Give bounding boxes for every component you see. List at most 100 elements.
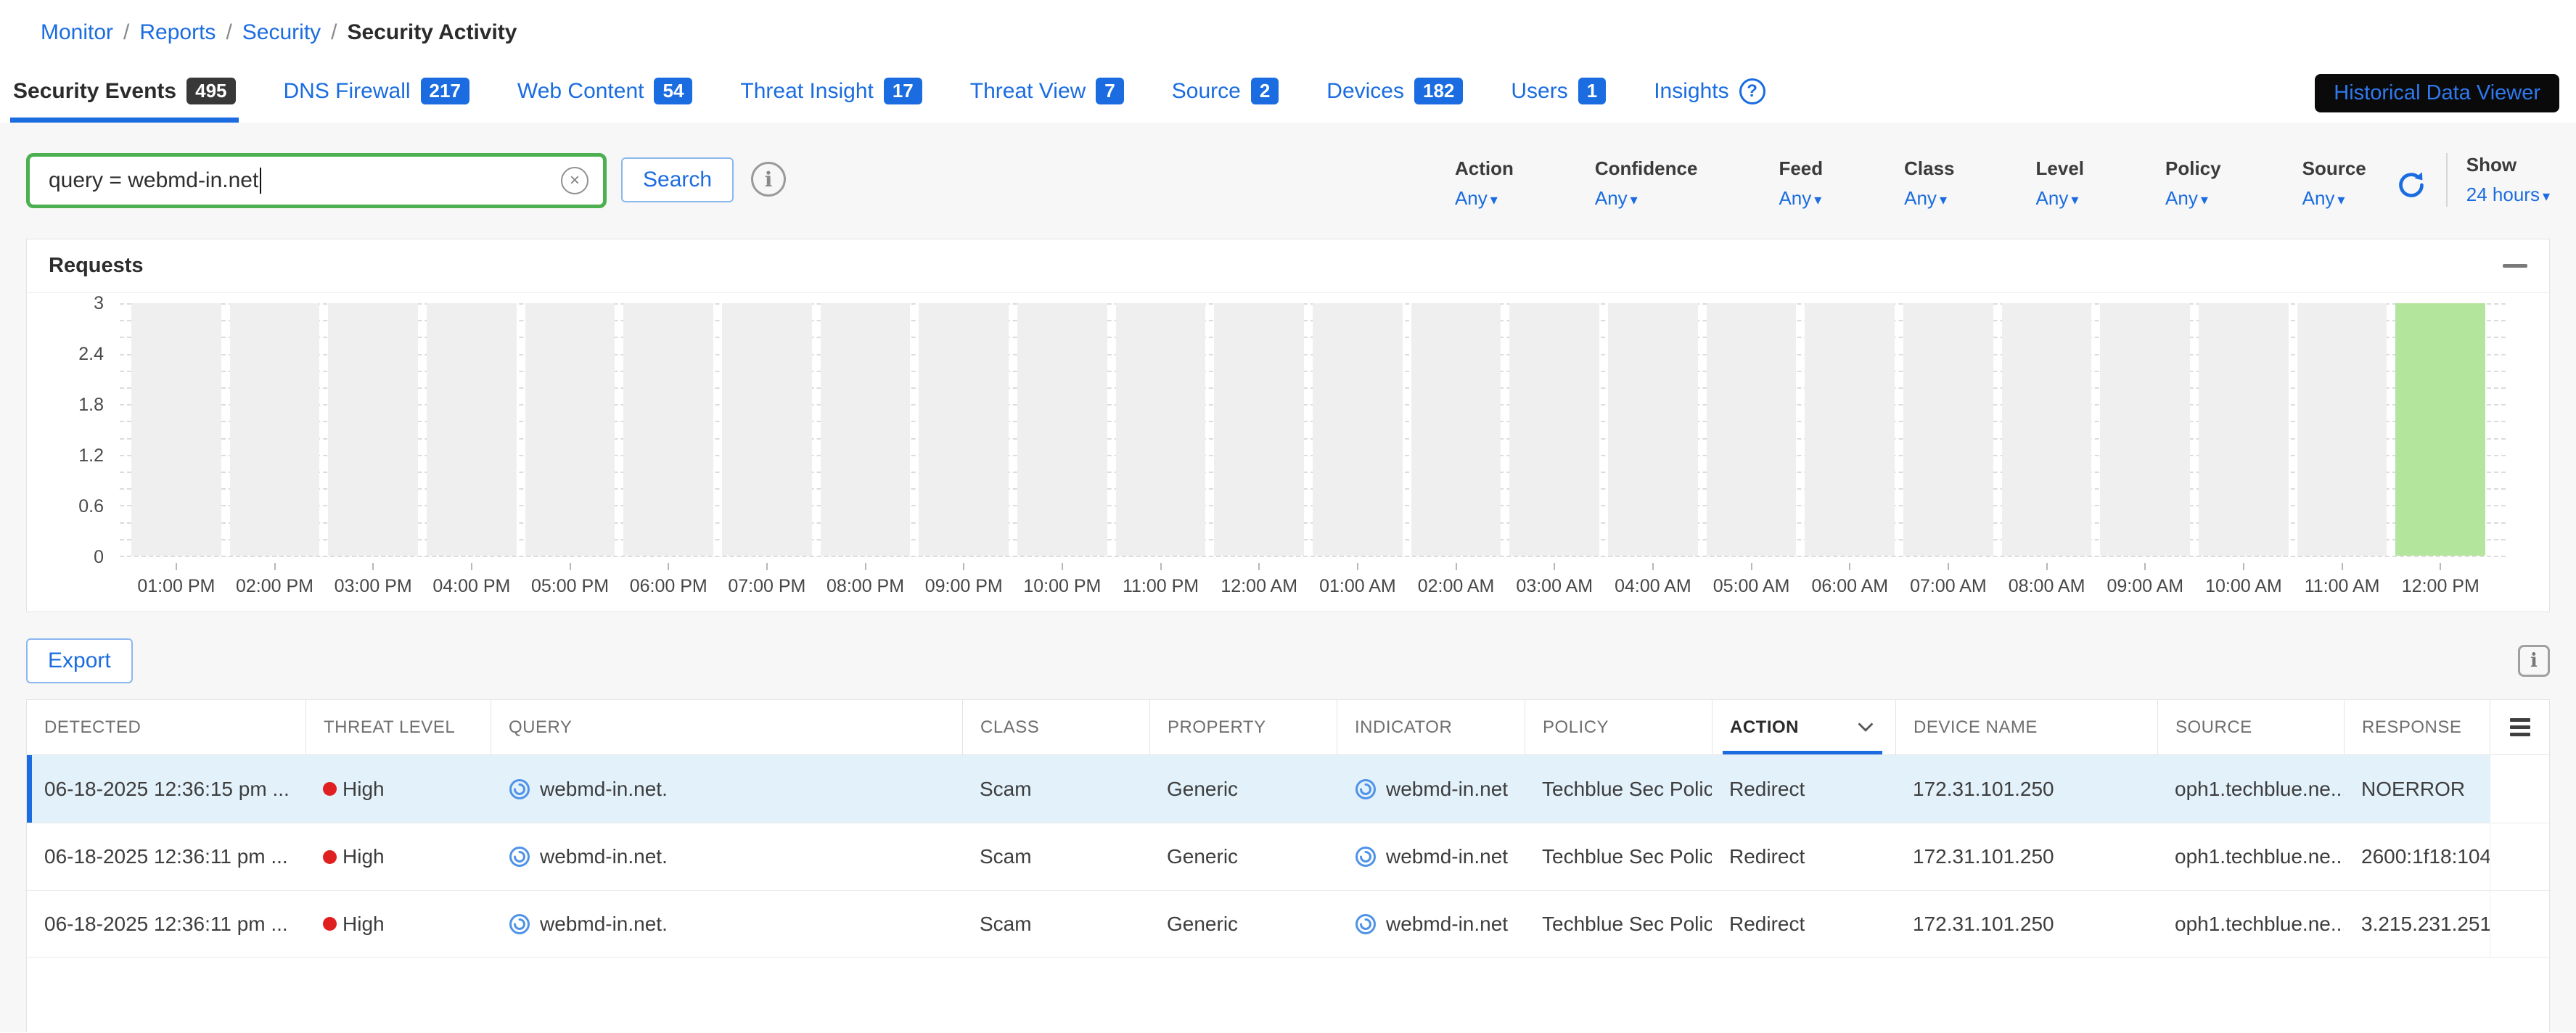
x-tick-label: 06:00 PM: [630, 576, 707, 597]
requests-title: Requests: [49, 254, 144, 278]
hour-band: [131, 303, 221, 556]
historical-data-viewer-button[interactable]: Historical Data Viewer: [2315, 74, 2559, 112]
x-axis-cell: 11:00 AM: [2297, 563, 2387, 605]
tab-security-events[interactable]: Security Events495: [10, 78, 239, 123]
column-header-policy[interactable]: POLICY: [1525, 700, 1712, 754]
column-header-action[interactable]: ACTION: [1712, 700, 1895, 754]
cell-menu: [2490, 891, 2549, 957]
collapse-panel-icon[interactable]: [2503, 264, 2527, 268]
x-axis-cell: 01:00 AM: [1313, 563, 1403, 605]
column-header-property[interactable]: PROPERTY: [1149, 700, 1337, 754]
hour-band: [1805, 303, 1895, 556]
x-axis-cell: 12:00 PM: [2395, 563, 2485, 605]
cell-query: webmd-in.net.: [491, 823, 962, 890]
column-header-response[interactable]: RESPONSE: [2344, 700, 2490, 754]
cell-query: webmd-in.net.: [491, 891, 962, 957]
text-cursor: [260, 168, 261, 194]
x-axis-cell: 04:00 AM: [1608, 563, 1698, 605]
tab-users[interactable]: Users1: [1508, 78, 1609, 123]
x-tick-mark: [274, 563, 276, 570]
search-filter-row: query = webmd-in.net × Search i ActionAn…: [26, 153, 2550, 210]
x-tick-mark: [176, 563, 177, 570]
filter-action-dropdown[interactable]: Any▾: [1455, 187, 1514, 210]
x-tick-mark: [1456, 563, 1457, 570]
table-row[interactable]: 06-18-2025 12:36:11 pm ...Highwebmd-in.n…: [27, 890, 2549, 958]
column-header-query[interactable]: QUERY: [491, 700, 962, 754]
breadcrumb-link-security[interactable]: Security: [242, 20, 321, 45]
cell-source: oph1.techblue.ne...: [2157, 755, 2344, 823]
table-info-icon[interactable]: i: [2518, 645, 2550, 677]
x-axis-cell: 10:00 PM: [1017, 563, 1107, 605]
column-header-detected[interactable]: DETECTED: [27, 700, 305, 754]
x-tick-mark: [1160, 563, 1162, 570]
column-header-indicator[interactable]: INDICATOR: [1337, 700, 1525, 754]
filter-policy-dropdown[interactable]: Any▾: [2165, 187, 2221, 210]
filter-class-dropdown[interactable]: Any▾: [1904, 187, 1954, 210]
x-tick-label: 06:00 AM: [1811, 576, 1888, 597]
breadcrumb-link-reports[interactable]: Reports: [139, 20, 216, 45]
breadcrumb-link-monitor[interactable]: Monitor: [41, 20, 113, 45]
tab-web-content[interactable]: Web Content54: [514, 78, 695, 123]
hour-band: [722, 303, 812, 556]
hour-band: [1509, 303, 1599, 556]
x-tick-label: 09:00 PM: [925, 576, 1003, 597]
filter-feed-dropdown[interactable]: Any▾: [1779, 187, 1823, 210]
show-filter: Show 24 hours▾: [2466, 154, 2550, 206]
column-header-label: ACTION: [1730, 717, 1799, 738]
filter-confidence-dropdown[interactable]: Any▾: [1595, 187, 1698, 210]
tab-source[interactable]: Source2: [1169, 78, 1282, 123]
x-axis-cell: 11:00 PM: [1116, 563, 1206, 605]
caret-down-icon: ▾: [1814, 192, 1821, 208]
chevron-down-icon[interactable]: [1855, 717, 1876, 738]
column-header-label: SOURCE: [2175, 717, 2252, 738]
refresh-icon[interactable]: [2395, 169, 2427, 201]
table-row[interactable]: 06-18-2025 12:36:11 pm ...Highwebmd-in.n…: [27, 823, 2549, 890]
divider: [2446, 153, 2448, 207]
hour-band: [525, 303, 615, 556]
menu-icon[interactable]: [2510, 718, 2530, 736]
info-icon[interactable]: i: [751, 162, 786, 197]
x-tick-mark: [372, 563, 374, 570]
column-header-device-name[interactable]: DEVICE NAME: [1895, 700, 2157, 754]
cell-threat-level: High: [305, 755, 491, 823]
x-tick-mark: [2342, 563, 2343, 570]
filter-class: ClassAny▾: [1904, 157, 1954, 210]
cell-source: oph1.techblue.ne...: [2157, 891, 2344, 957]
breadcrumb-separator: /: [226, 20, 231, 45]
domain-indicator-icon: [1354, 845, 1377, 868]
column-header-class[interactable]: CLASS: [962, 700, 1149, 754]
hour-band: [1313, 303, 1403, 556]
search-button[interactable]: Search: [621, 157, 734, 202]
x-tick-label: 02:00 PM: [236, 576, 313, 597]
show-value-dropdown[interactable]: 24 hours▾: [2466, 184, 2550, 206]
cell-detected: 06-18-2025 12:36:11 pm ...: [27, 891, 305, 957]
search-input[interactable]: query = webmd-in.net ×: [26, 153, 607, 208]
hour-band: [2297, 303, 2387, 556]
x-axis-cell: 07:00 AM: [1903, 563, 1993, 605]
x-tick-mark: [766, 563, 768, 570]
x-tick-mark: [2046, 563, 2048, 570]
tab-count-badge: 182: [1414, 78, 1463, 104]
tab-insights[interactable]: Insights?: [1651, 78, 1768, 123]
tab-devices[interactable]: Devices182: [1324, 78, 1466, 123]
column-header-threat-level[interactable]: THREAT LEVEL: [305, 700, 491, 754]
hour-band: [1017, 303, 1107, 556]
clear-search-icon[interactable]: ×: [561, 167, 588, 194]
column-header-label: INDICATOR: [1355, 717, 1452, 738]
tab-threat-insight[interactable]: Threat Insight17: [737, 78, 924, 123]
filter-source-dropdown[interactable]: Any▾: [2302, 187, 2366, 210]
filter-level-dropdown[interactable]: Any▾: [2036, 187, 2085, 210]
filter-value-text: Any: [1904, 187, 1937, 209]
column-settings-menu[interactable]: [2490, 700, 2549, 754]
table-row[interactable]: 06-18-2025 12:36:15 pm ...Highwebmd-in.n…: [27, 755, 2549, 823]
tab-count-badge: 217: [421, 78, 469, 104]
column-header-source[interactable]: SOURCE: [2157, 700, 2344, 754]
filter-policy: PolicyAny▾: [2165, 157, 2221, 210]
x-tick-mark: [668, 563, 669, 570]
tab-threat-view[interactable]: Threat View7: [967, 78, 1127, 123]
x-tick-mark: [2243, 563, 2244, 570]
cell-menu: [2490, 755, 2549, 823]
tab-dns-firewall[interactable]: DNS Firewall217: [281, 78, 472, 123]
x-tick-mark: [1357, 563, 1358, 570]
export-button[interactable]: Export: [26, 638, 133, 683]
